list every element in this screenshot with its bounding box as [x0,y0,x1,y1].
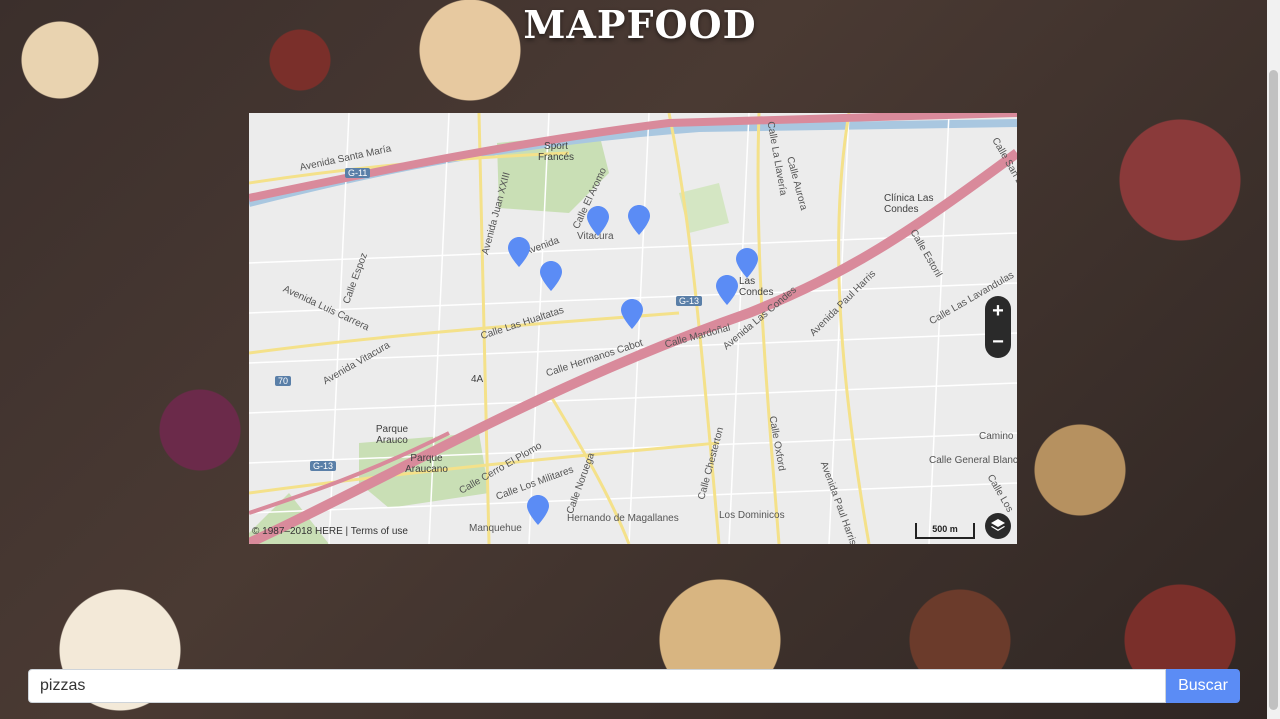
map-view[interactable]: Avenida Santa María Avenida Juan XXIII C… [249,113,1017,544]
street-label: Los Dominicos [719,510,785,521]
layers-button[interactable] [985,513,1011,539]
search-input[interactable] [28,669,1166,703]
road-shield: 70 [275,376,292,386]
map-attribution: © 1987–2018 HERE | Terms of use [252,526,408,537]
restaurant-marker-icon[interactable] [621,299,643,329]
scale-bar: 500 m [915,523,975,539]
poi-label: Sport Francés [537,141,575,163]
road-shield: G-11 [345,168,371,178]
restaurant-marker-icon[interactable] [540,261,562,291]
restaurant-marker-icon[interactable] [587,206,609,236]
restaurant-marker-icon[interactable] [508,237,530,267]
search-button[interactable]: Buscar [1166,669,1240,703]
zoom-control: + − [985,296,1011,358]
poi-label: Parque Araucano [405,453,448,475]
app-title: MAPFOOD [523,2,757,47]
poi-label: Parque Arauco [375,424,409,446]
terms-link[interactable]: Terms of use [351,526,408,537]
restaurant-marker-icon[interactable] [628,205,650,235]
road-shield: G-13 [676,296,703,306]
copyright-text: © 1987–2018 HERE [252,526,343,537]
restaurant-marker-icon[interactable] [736,248,758,278]
scroll-thumb[interactable] [1269,70,1278,710]
street-label: Camino [979,431,1014,442]
restaurant-marker-icon[interactable] [716,275,738,305]
poi-label: Las Condes [739,276,774,298]
road-shield: G-13 [310,461,337,471]
road-shield: 4A [471,374,484,385]
poi-label: Clínica Las Condes [884,193,934,215]
restaurant-marker-icon[interactable] [527,495,549,525]
layers-icon [991,519,1005,531]
street-label: Manquehue [469,523,522,534]
zoom-out-button[interactable]: − [985,327,1011,358]
street-label: Calle General Blanche [929,455,1017,466]
search-bar: Buscar [28,669,1240,703]
zoom-in-button[interactable]: + [985,296,1011,327]
scrollbar[interactable] [1267,0,1280,719]
street-label: Hernando de Magallanes [567,513,679,524]
